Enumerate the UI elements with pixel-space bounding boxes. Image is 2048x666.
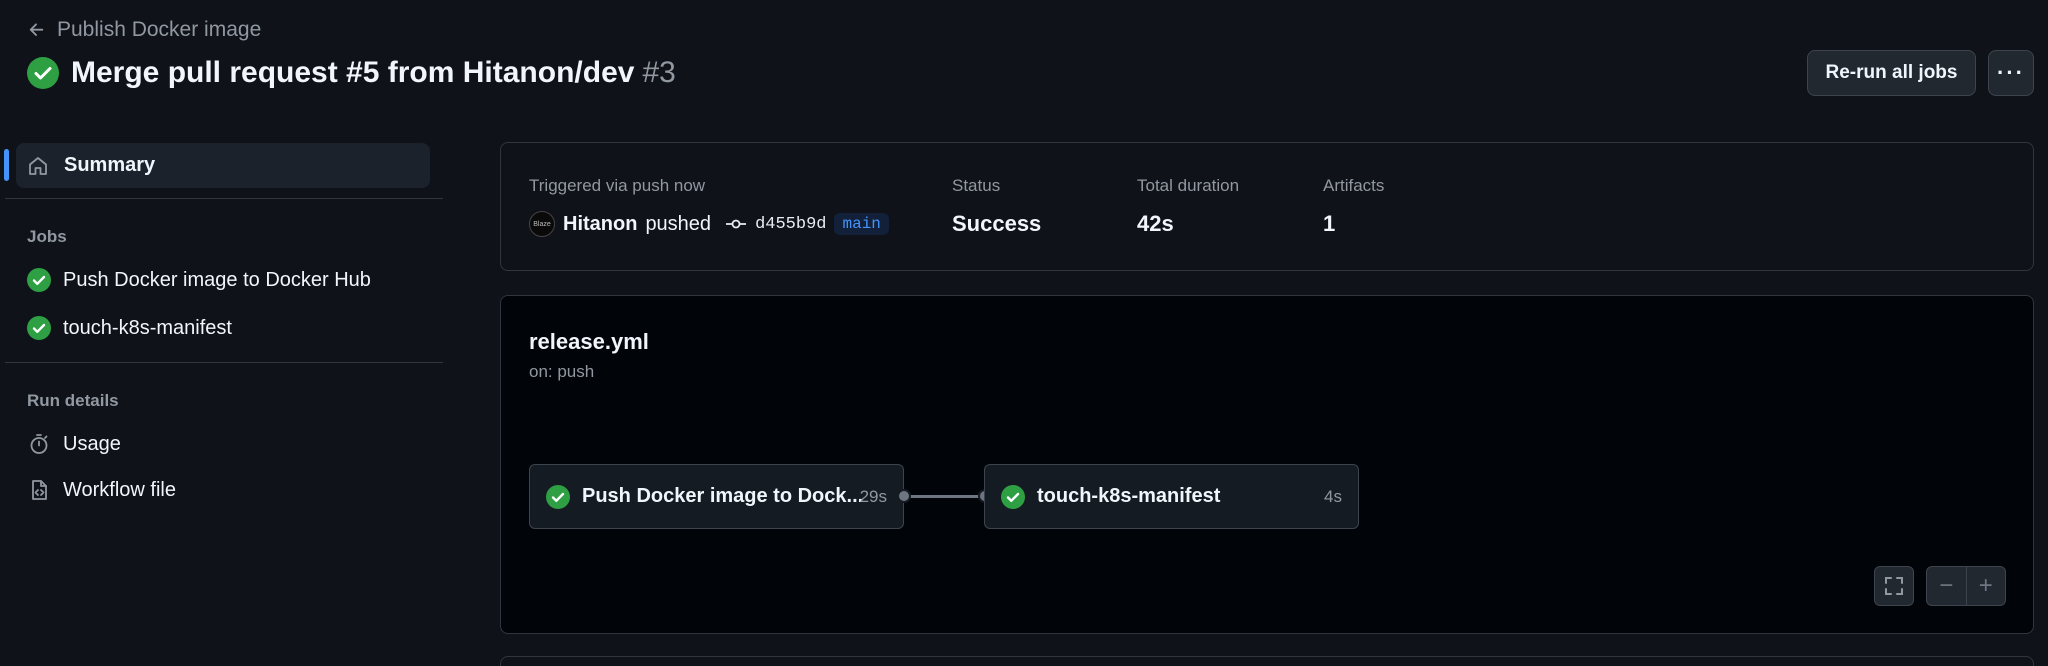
sidebar-item-label: Workflow file: [63, 478, 176, 501]
success-check-icon: [546, 484, 570, 509]
run-number: #3: [642, 56, 676, 89]
home-icon: [29, 156, 47, 175]
duration-value: 42s: [1137, 211, 1174, 236]
run-title-text: Merge pull request #5 from Hitanon/dev: [71, 56, 635, 89]
sidebar-item-workflow-file[interactable]: Workflow file: [27, 478, 176, 502]
run-title: Merge pull request #5 from Hitanon/dev #3: [71, 56, 676, 90]
annotations-card: [500, 656, 2034, 666]
git-commit-icon: [726, 219, 747, 229]
commit-sha-link[interactable]: d455b9d: [755, 215, 826, 234]
sidebar-item-job-touch-k8s[interactable]: touch-k8s-manifest: [27, 316, 232, 340]
sidebar-item-label: Usage: [63, 432, 121, 455]
status-label: Status: [952, 176, 1001, 195]
job-node-duration: 4s: [1324, 486, 1342, 506]
kebab-horizontal-icon: ···: [1997, 60, 2025, 85]
job-connector: [904, 495, 984, 498]
file-code-icon: [32, 480, 47, 500]
avatar[interactable]: Blaze: [529, 211, 555, 237]
arrow-left-icon: [29, 23, 44, 36]
back-link-label[interactable]: Publish Docker image: [57, 18, 261, 42]
artifacts-value[interactable]: 1: [1323, 211, 1335, 237]
jobs-heading: Jobs: [27, 227, 67, 246]
page-title: Merge pull request #5 from Hitanon/dev #3: [27, 56, 676, 90]
duration-label: Total duration: [1137, 176, 1240, 195]
job-node-push-docker[interactable]: Push Docker image to Dock... 29s: [529, 464, 904, 529]
sidebar-item-label: Summary: [64, 154, 156, 176]
job-node-name: touch-k8s-manifest: [1037, 485, 1221, 507]
sidebar-item-label: Push Docker image to Docker Hub: [63, 268, 371, 291]
zoom-in-button[interactable]: +: [1965, 567, 2006, 605]
workflow-file-name: release.yml: [529, 329, 649, 354]
sidebar-item-label: touch-k8s-manifest: [63, 316, 232, 339]
run-details-heading: Run details: [27, 391, 119, 410]
success-check-icon: [27, 57, 59, 89]
job-output-port: [897, 489, 911, 503]
trigger-label: Triggered via push now: [529, 176, 706, 195]
run-summary-card: Triggered via push now Blaze Hitanon pus…: [500, 142, 2034, 271]
fullscreen-icon: [1885, 577, 1903, 595]
job-node-duration: 29s: [859, 486, 887, 506]
zoom-controls: − +: [1926, 566, 2006, 606]
status-value: Success: [952, 211, 1042, 236]
sidebar-item-summary[interactable]: Summary: [16, 143, 430, 188]
workflow-trigger: on: push: [529, 362, 595, 381]
branch-tag[interactable]: main: [834, 213, 889, 235]
trigger-info: Blaze Hitanon pushed d455b9d main: [529, 211, 889, 237]
fullscreen-button[interactable]: [1874, 566, 1914, 606]
success-check-icon: [27, 268, 51, 292]
workflow-run-page: Publish Docker image Merge pull request …: [0, 0, 2048, 666]
back-link[interactable]: Publish Docker image: [27, 18, 261, 42]
workflow-graph-card: release.yml on: push Push Docker image t…: [500, 295, 2034, 634]
zoom-out-button[interactable]: −: [1927, 567, 1966, 605]
sidebar-item-job-push-docker[interactable]: Push Docker image to Docker Hub: [27, 268, 371, 292]
sidebar-divider: [5, 198, 443, 199]
active-indicator: [4, 149, 9, 181]
more-options-button[interactable]: ···: [1988, 50, 2034, 96]
action-text: pushed: [645, 212, 712, 235]
success-check-icon: [1001, 484, 1025, 509]
job-node-name: Push Docker image to Dock...: [582, 485, 864, 507]
stopwatch-icon: [30, 434, 48, 454]
sidebar-divider: [5, 362, 443, 363]
avatar-text: Blaze: [533, 220, 551, 228]
sidebar-item-usage[interactable]: Usage: [27, 432, 121, 456]
rerun-all-jobs-button[interactable]: Re-run all jobs: [1807, 50, 1976, 96]
artifacts-label: Artifacts: [1323, 176, 1385, 195]
actor-link[interactable]: Hitanon: [563, 213, 637, 236]
job-node-touch-k8s[interactable]: touch-k8s-manifest 4s: [984, 464, 1359, 529]
success-check-icon: [27, 316, 51, 340]
